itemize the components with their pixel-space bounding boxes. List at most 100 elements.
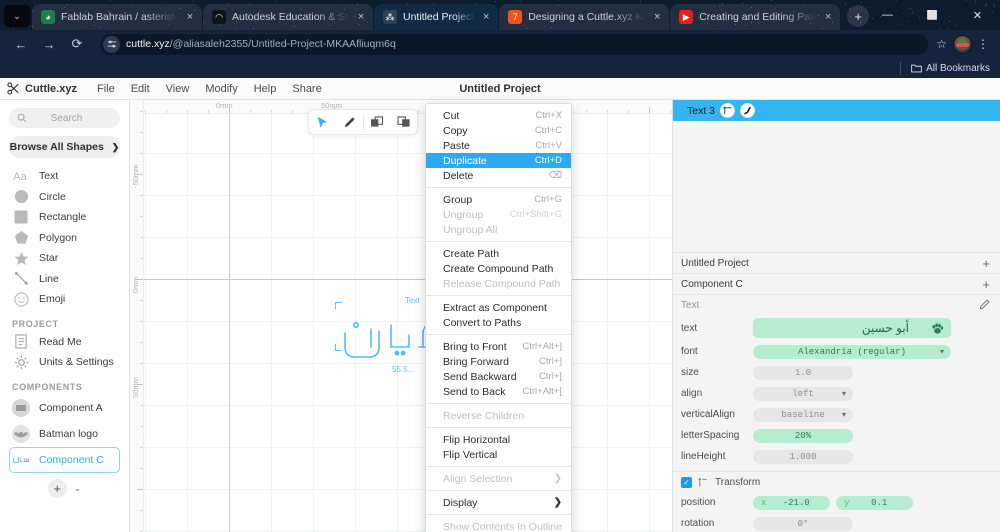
back-button[interactable]: ← [8, 32, 34, 56]
menu-view[interactable]: View [158, 83, 198, 95]
line-height-input[interactable]: 1.000 [753, 450, 853, 464]
add-project-param-button[interactable]: + [982, 257, 990, 270]
add-component-row[interactable]: + ⌄ [9, 479, 120, 498]
menu-item-paste[interactable]: Paste Ctrl+V [426, 138, 571, 153]
tab-list-button[interactable]: ⌄ [4, 5, 30, 27]
menu-modify[interactable]: Modify [197, 83, 245, 95]
menu-help[interactable]: Help [246, 83, 285, 95]
browser-tab-3[interactable]: 7 Designing a Cuttle.xyz Keychain × [499, 4, 669, 30]
menu-item-bring-forward[interactable]: Bring Forward Ctrl+] [426, 354, 571, 369]
menu-item-extract-as-component[interactable]: Extract as Component [426, 300, 571, 315]
canvas-area[interactable]: Text 55.5... -50mm 0mm 50mm -50mm 0mm 50mm [130, 100, 672, 532]
sidebar-shape-text[interactable]: Aa Text [9, 166, 120, 187]
menu-item-flip-horizontal[interactable]: Flip Horizontal [426, 432, 571, 447]
add-component-button[interactable]: + [48, 479, 67, 498]
browser-tab-1[interactable]: ◠ Autodesk Education & Student × [203, 4, 373, 30]
browser-tab-0[interactable]: ◕ Fablab Bahrain / asterisk / 2024 × [32, 4, 202, 30]
close-window-button[interactable]: ✕ [955, 0, 1000, 30]
tab-close-button[interactable]: × [184, 11, 196, 23]
vertical-align-select[interactable]: baseline ▾ [753, 408, 853, 422]
sidebar-shape-polygon[interactable]: Polygon [9, 228, 120, 249]
sidebar-shape-star[interactable]: Star [9, 248, 120, 269]
curve-icon[interactable] [740, 103, 755, 118]
sidebar-component-1[interactable]: Batman logo [9, 421, 120, 447]
menu-edit[interactable]: Edit [123, 83, 158, 95]
component-row[interactable]: Component C + [673, 273, 1000, 294]
forward-button[interactable]: → [36, 32, 62, 56]
transform-checkbox[interactable]: ✓ [681, 477, 692, 488]
align-property-row[interactable]: align left ▾ [673, 383, 1000, 404]
app-brand[interactable]: Cuttle.xyz [7, 82, 77, 95]
selection-handle-bl[interactable] [335, 344, 342, 351]
tab-close-button[interactable]: × [480, 11, 492, 23]
menu-item-flip-vertical[interactable]: Flip Vertical [426, 447, 571, 462]
size-input[interactable]: 1.0 [753, 366, 853, 380]
font-property-row[interactable]: font Alexandria (regular) ▾ [673, 341, 1000, 362]
position-y-input[interactable]: y 0.1 [836, 496, 913, 510]
vertical-align-property-row[interactable]: verticalAlign baseline ▾ [673, 404, 1000, 425]
line-height-property-row[interactable]: lineHeight 1.000 [673, 446, 1000, 467]
sidebar-shape-circle[interactable]: Circle [9, 187, 120, 208]
font-select[interactable]: Alexandria (regular) ▾ [753, 345, 951, 359]
menu-item-duplicate[interactable]: Duplicate Ctrl+D [426, 153, 571, 168]
transform-section-row[interactable]: ✓ Transform [673, 471, 1000, 492]
boolean-subtract-tool[interactable] [390, 110, 417, 134]
menu-item-send-to-back[interactable]: Send to Back Ctrl+Alt+[ [426, 384, 571, 399]
sidebar-shape-rectangle[interactable]: Rectangle [9, 207, 120, 228]
menu-item-convert-to-paths[interactable]: Convert to Paths [426, 315, 571, 330]
rotation-property-row[interactable]: rotation 0° [673, 513, 1000, 532]
rotation-input[interactable]: 0° [753, 517, 853, 531]
selection-handle-tl[interactable] [335, 302, 342, 309]
sidebar-shape-line[interactable]: Line [9, 269, 120, 290]
pencil-icon[interactable] [979, 299, 990, 312]
outline-item-text3[interactable]: Text 3 [673, 100, 1000, 121]
distribute-icon[interactable] [720, 103, 735, 118]
tab-close-button[interactable]: × [651, 11, 663, 23]
kebab-icon[interactable]: ⋮ [974, 38, 992, 50]
minimize-button[interactable]: — [865, 0, 910, 30]
avatar[interactable] [953, 35, 972, 54]
menu-file[interactable]: File [89, 83, 123, 95]
menu-item-create-compound-path[interactable]: Create Compound Path [426, 261, 571, 276]
letter-spacing-property-row[interactable]: letterSpacing 20% [673, 425, 1000, 446]
menu-item-delete[interactable]: Delete ⌫ [426, 168, 571, 183]
browser-tab-2[interactable]: ⁂ Untitled Project × [374, 4, 498, 30]
sidebar-component-0[interactable]: Component A [9, 395, 120, 421]
menu-item-display[interactable]: Display ❯ [426, 495, 571, 510]
menu-item-cut[interactable]: Cut Ctrl+X [426, 108, 571, 123]
project-row[interactable]: Untitled Project + [673, 252, 1000, 273]
text-value-input[interactable]: أبو حسين [753, 318, 951, 338]
maximize-button[interactable]: ⬜ [910, 0, 955, 30]
select-tool[interactable] [309, 110, 336, 134]
menu-item-group[interactable]: Group Ctrl+G [426, 192, 571, 207]
sidebar-item-units-settings[interactable]: Units & Settings [9, 352, 120, 373]
menu-item-send-backward[interactable]: Send Backward Ctrl+[ [426, 369, 571, 384]
browse-all-shapes-button[interactable]: Browse All Shapes ❯ [9, 136, 120, 158]
reload-button[interactable]: ⟳ [64, 32, 90, 56]
tab-close-button[interactable]: × [355, 11, 367, 23]
paw-icon[interactable] [931, 322, 944, 335]
menu-item-bring-to-front[interactable]: Bring to Front Ctrl+Alt+] [426, 339, 571, 354]
position-property-row[interactable]: position x -21.0 y 0.1 [673, 492, 1000, 513]
all-bookmarks-button[interactable]: All Bookmarks [911, 63, 990, 74]
pen-tool[interactable] [336, 110, 363, 134]
site-settings-icon[interactable] [103, 36, 120, 53]
align-select[interactable]: left ▾ [753, 387, 853, 401]
size-property-row[interactable]: size 1.0 [673, 362, 1000, 383]
sidebar-component-2[interactable]: Component C [9, 447, 120, 473]
address-bar[interactable]: cuttle.xyz/@aliasaleh2355/Untitled-Proje… [100, 34, 928, 55]
sidebar-shape-emoji[interactable]: Emoji [9, 289, 120, 310]
add-component-param-button[interactable]: + [982, 278, 990, 291]
bookmark-star-icon[interactable]: ☆ [936, 37, 947, 51]
text-property-row[interactable]: text أبو حسين [673, 315, 1000, 341]
context-menu[interactable]: Cut Ctrl+X Copy Ctrl+C Paste Ctrl+V Duplicate C… [425, 103, 572, 532]
menu-item-create-path[interactable]: Create Path [426, 246, 571, 261]
sidebar-item-read-me[interactable]: Read Me [9, 332, 120, 353]
letter-spacing-input[interactable]: 20% [753, 429, 853, 443]
boolean-union-tool[interactable] [364, 110, 391, 134]
browser-tab-4[interactable]: ▶ Creating and Editing Paths in Cu × [670, 4, 840, 30]
tab-close-button[interactable]: × [822, 11, 834, 23]
menu-item-copy[interactable]: Copy Ctrl+C [426, 123, 571, 138]
menu-share[interactable]: Share [284, 83, 329, 95]
search-input[interactable]: Search [9, 108, 120, 128]
